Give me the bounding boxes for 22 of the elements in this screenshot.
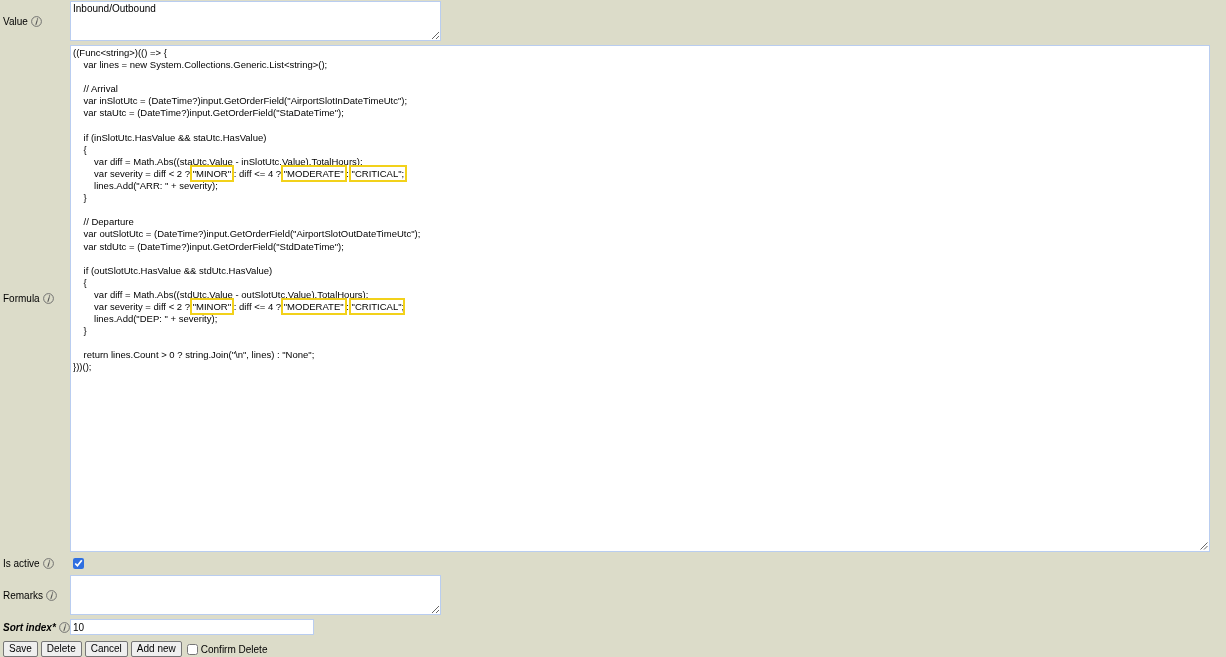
info-icon[interactable] — [42, 293, 54, 304]
resize-grip-icon[interactable] — [1200, 542, 1208, 550]
field-label: Remarks — [3, 589, 43, 601]
info-icon[interactable] — [30, 15, 42, 27]
code-editor-field[interactable]: ((Func<string>)(() => { var lines = new System.Collections.Generic.List<string>(); // Arrival var inSlotUtc = (DateTime?)input.GetOrderField("AirportSlotInDateTimeUtc"); var staUtc = (DateTime?)input.GetOrderField("StaDateTime"); if (inSlotUtc.HasValue && staUtc.HasValue) { var diff = Math.Abs((staUtc.Value - inSlotUtc.Value).TotalHours); var severity = diff < 2 ? "MINOR" : diff <= 4 ? "MODERATE" : "CRITICAL"; lines.Add("ARR: " + severity); } // Departure var outSlotUtc = (DateTime?)input.GetOrderField("AirportSlotOutDateTimeUtc"); var stdUtc = (DateTime?)input.GetOrderField("StdDateTime"); if (outSlotUtc.HasValue && stdUtc.HasValue) { var diff = Math.Abs((stdUtc.Value - outSlotUtc.Value).TotalHours); var severity = diff < 2 ? "MINOR" : diff <= 4 ? "MODERATE" : "CRITICAL"; lines.Add("DEP: " + severity); } return lines.Count > 0 ? string.Join("\n", lines) : "None"; }))(); — [70, 45, 1210, 552]
checkbox[interactable] — [186, 643, 198, 655]
text-area-field[interactable] — [70, 575, 441, 615]
info-icon[interactable] — [42, 558, 54, 569]
field-label: Formula — [3, 293, 40, 304]
action-button[interactable]: Save — [3, 641, 38, 657]
field-label: Sort index* — [3, 621, 56, 633]
action-button[interactable]: Cancel — [84, 641, 128, 657]
action-button[interactable]: Delete — [40, 641, 82, 657]
checkbox[interactable] — [73, 558, 84, 569]
field-label: Value — [3, 15, 28, 27]
action-button[interactable]: Add new — [130, 641, 182, 657]
info-icon[interactable] — [46, 589, 57, 601]
field-label: Is active — [3, 558, 40, 569]
text-input-field[interactable]: 10 — [70, 619, 314, 635]
info-icon[interactable] — [58, 621, 70, 633]
text-area-field[interactable]: Inbound/Outbound — [70, 1, 441, 41]
checkbox-label: Confirm Delete — [200, 643, 268, 655]
